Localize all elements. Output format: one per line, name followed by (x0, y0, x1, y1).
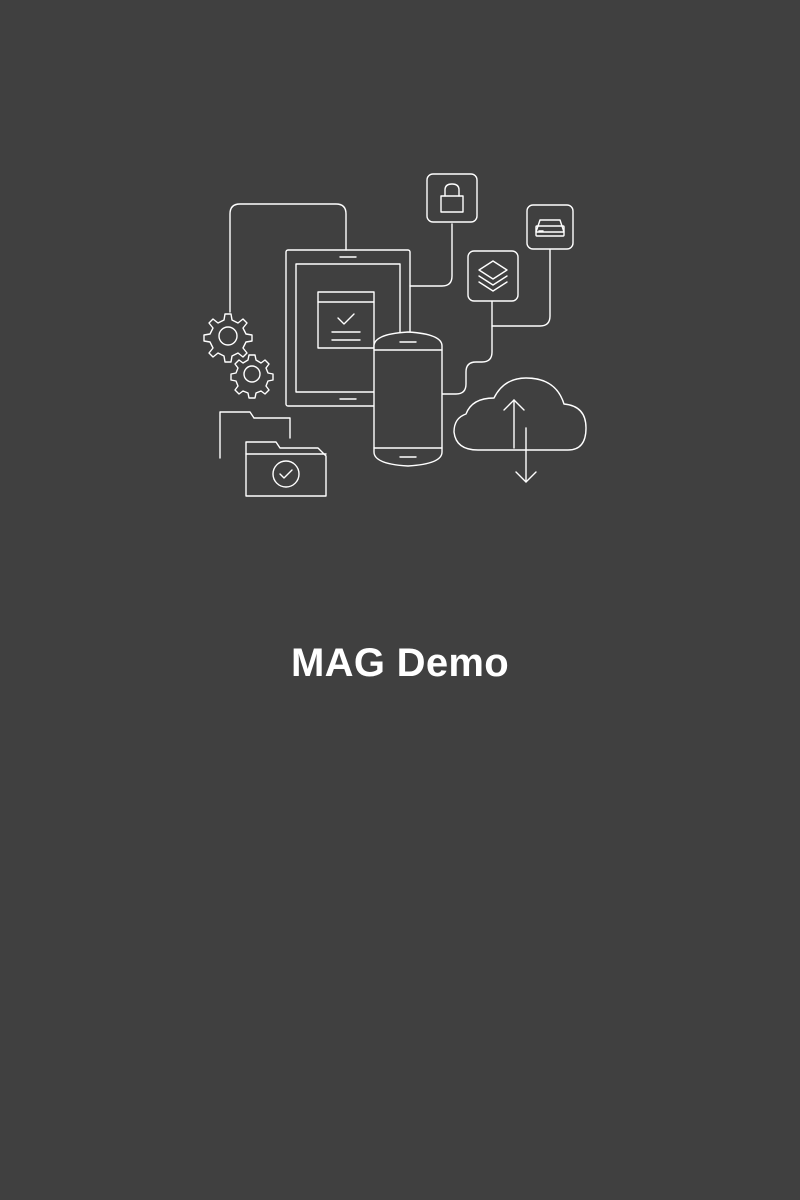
splash-illustration (196, 166, 596, 506)
illustration-svg (203, 173, 587, 497)
folder-check-icon (245, 441, 327, 497)
drive-icon (526, 204, 574, 250)
lock-icon (426, 173, 478, 223)
smartphone-icon (373, 331, 443, 467)
app-title: MAG Demo (291, 641, 509, 685)
layers-icon (467, 250, 519, 302)
cloud-sync-icon (453, 377, 587, 483)
gear-icon (203, 313, 253, 363)
splash-screen: MAG Demo (0, 0, 800, 1200)
gear-icon (230, 354, 274, 399)
